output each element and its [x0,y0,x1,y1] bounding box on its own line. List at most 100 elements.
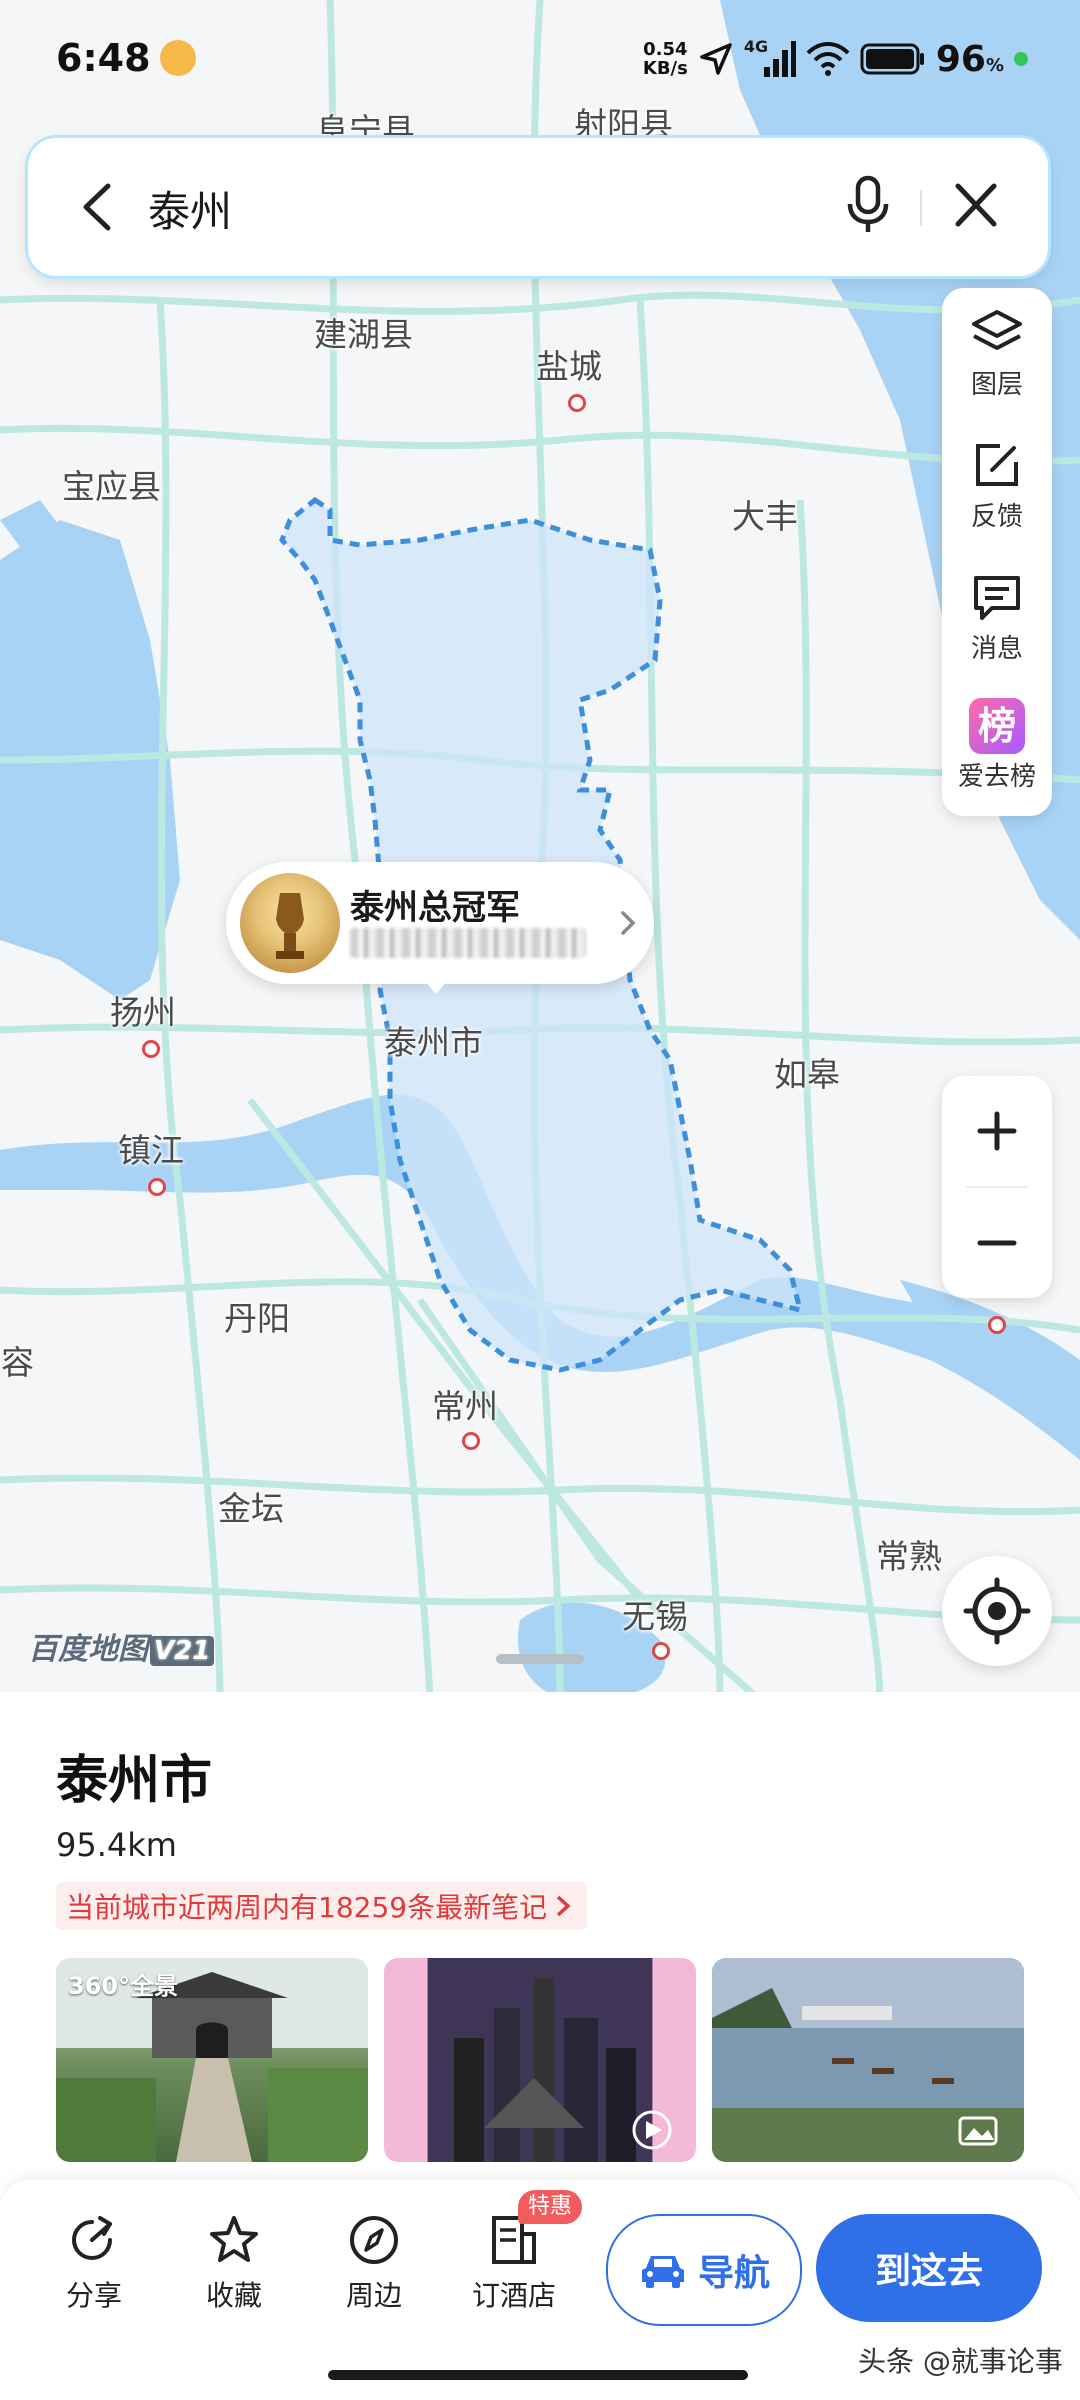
go-here-button[interactable]: 到这去 [816,2214,1042,2322]
place-jianhu[interactable]: 建湖县 [314,308,413,356]
feedback-icon [976,444,1018,486]
layers-icon [972,310,1022,350]
city-dot-yangzhou [142,1040,160,1058]
favorite-label: 收藏 [205,2279,262,2312]
status-indicators: 0.54 KB/s 4G 96 % [643,34,1028,84]
tool-layers[interactable]: 图层 [942,288,1052,418]
promo-badge: 特惠 [518,2190,583,2224]
chevron-right-icon [556,1895,571,1917]
net-speed: 0.54 KB/s [643,40,688,78]
nearby-label: 周边 [345,2279,402,2312]
back-arrow-icon[interactable] [68,172,128,242]
poi-bubble[interactable]: 泰州总冠军 [226,862,654,994]
place-dafeng[interactable]: 大丰 [732,490,798,538]
tool-layers-label: 图层 [970,370,1023,400]
watermark: 头条 @就事论事 [858,2345,1063,2378]
locate-me-button[interactable] [942,1556,1052,1666]
river-mouth [900,1280,1080,1440]
photo-panorama[interactable]: 360°全景 [56,1958,368,2162]
place-danyang[interactable]: 丹阳 [224,1292,290,1340]
map-tools-panel: 图层 反馈 消息 榜 爱去榜 [942,288,1052,816]
place-title: 泰州市 [56,1751,213,1811]
bubble-tail [422,978,450,994]
tool-messages[interactable]: 消息 [942,552,1052,682]
map-logo: 百度地图 V21 [28,1624,215,1668]
zoom-controls [942,1076,1052,1298]
share-button[interactable]: 分享 [34,2210,154,2330]
favorite-button[interactable]: 收藏 [174,2210,294,2330]
share-label: 分享 [65,2279,122,2312]
microphone-icon[interactable] [838,170,898,240]
notes-link[interactable]: 当前城市近两周内有18259条最新笔记 [56,1882,588,1930]
place-changzhou[interactable]: 常州 [432,1380,498,1428]
skyline-photo [428,1958,672,2162]
notes-link-text: 当前城市近两周内有18259条最新笔记 [66,1891,548,1924]
battery-unit: % [985,54,1004,76]
photo-lake[interactable] [712,1958,1024,2162]
search-bar[interactable]: 泰州 [28,138,1048,276]
status-bar: 6:48 0.54 KB/s 4G 96 % [0,0,1080,120]
poi-title: 泰州总冠军 [350,888,520,928]
zoom-in-icon[interactable] [942,1076,1052,1186]
chevron-right-icon [621,911,636,935]
place-baoying[interactable]: 宝应县 [62,460,161,508]
poi-subtitle-blurred [350,928,586,958]
place-jurong[interactable]: 句容 [0,1336,34,1384]
search-divider [920,190,922,226]
map-logo-text: 百度地图 [28,1632,148,1667]
app-notification-icon [160,40,196,76]
hotel-label: 订酒店 [471,2279,556,2312]
location-arrow-icon [700,43,732,75]
share-icon [71,2216,112,2261]
cellular-signal-icon: 4G [744,37,796,79]
place-changshu[interactable]: 常熟 [876,1530,942,1578]
search-input[interactable]: 泰州 [148,178,232,239]
compass-icon [350,2216,398,2264]
book-hotel-button[interactable]: 订酒店 [454,2210,574,2330]
city-dot-wuxi [652,1642,670,1660]
place-yangzhou[interactable]: 扬州 [110,986,176,1034]
place-yancheng[interactable]: 盐城 [536,340,602,388]
close-icon[interactable] [944,170,1008,240]
zoom-out-icon[interactable] [942,1188,1052,1298]
go-here-label: 到这去 [874,2251,983,2292]
charging-dot-icon [1014,52,1028,66]
tool-ranking[interactable]: 榜 爱去榜 [942,684,1052,814]
net-speed-value: 0.54 [643,39,688,60]
panorama-badge-prefix: 360° [68,1972,131,2000]
city-dot-zhenjiang [148,1178,166,1196]
net-speed-unit: KB/s [642,58,688,79]
place-distance: 95.4km [56,1826,177,1864]
panorama-badge-text: 全景 [130,1972,179,2000]
wifi-icon [806,42,850,76]
place-wuxi[interactable]: 无锡 [622,1590,688,1638]
home-indicator[interactable] [328,2370,748,2380]
place-rugao[interactable]: 如皋 [774,1048,840,1096]
city-dot-nantong [988,1316,1006,1334]
status-time: 6:48 [56,36,151,80]
nearby-button[interactable]: 周边 [314,2210,434,2330]
trophy-avatar [240,873,340,973]
battery-percent: 96 [935,38,986,80]
photo-video[interactable] [384,1958,696,2162]
navigate-label: 导航 [697,2253,770,2294]
tool-feedback[interactable]: 反馈 [942,420,1052,550]
tool-messages-label: 消息 [970,634,1023,664]
city-dot-changzhou [462,1432,480,1450]
navigate-button[interactable]: 导航 [606,2214,802,2326]
map-logo-version: V21 [150,1636,215,1666]
place-jintan[interactable]: 金坛 [218,1482,284,1530]
sheet-drag-handle[interactable] [496,1654,584,1664]
tool-ranking-label: 爱去榜 [957,762,1036,792]
ranking-icon: 榜 [969,698,1025,754]
battery-icon [860,43,924,75]
place-taizhou[interactable]: 泰州市 [384,1016,483,1064]
place-zhenjiang[interactable]: 镇江 [118,1124,184,1172]
lake-photo [712,1958,1024,2162]
panorama-badge: 360°全景 [68,1966,178,2001]
locate-icon [963,1577,1031,1645]
star-icon [210,2216,258,2262]
city-dot-yancheng [568,394,586,412]
car-icon [641,2256,684,2288]
tool-feedback-label: 反馈 [970,502,1023,532]
